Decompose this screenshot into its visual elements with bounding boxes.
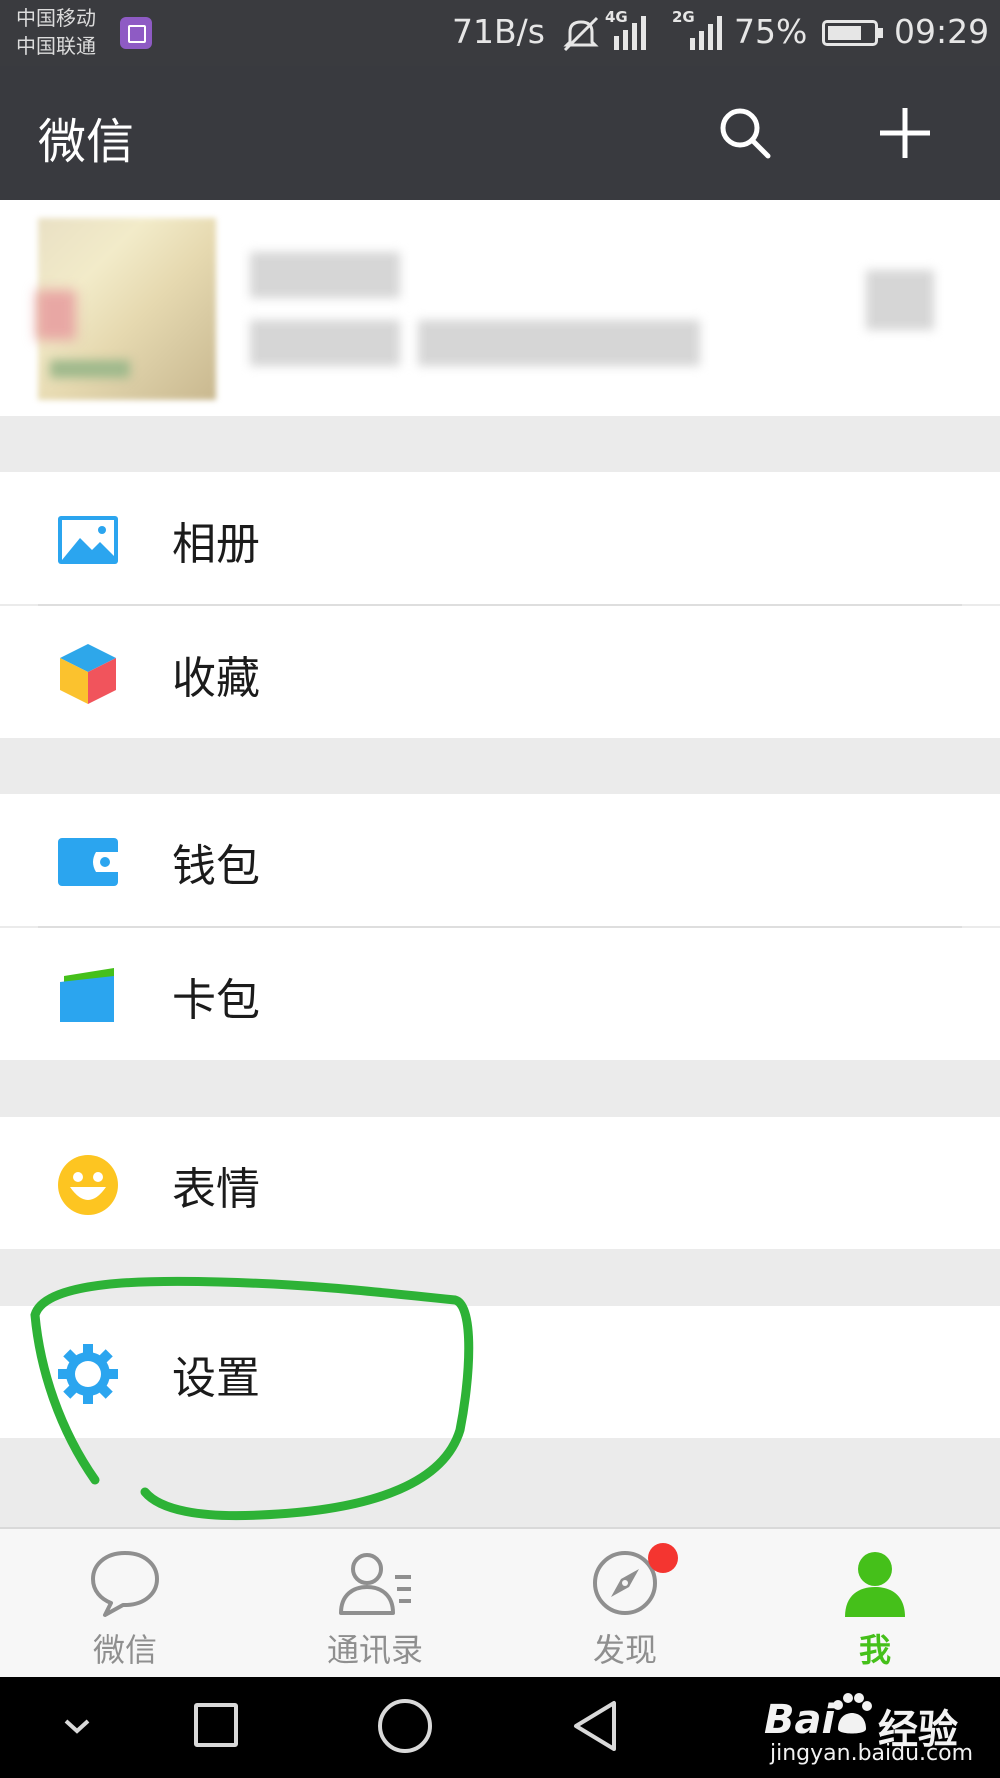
wallet-icon: [58, 838, 118, 886]
page-title: 微信: [38, 114, 135, 170]
tab-contacts-label: 通讯录: [326, 1631, 423, 1669]
menu-favorites-label: 收藏: [172, 653, 260, 704]
battery-icon: [822, 20, 878, 46]
carrier-2: 中国联通: [16, 34, 96, 58]
avatar-blur-detail: [36, 290, 76, 340]
tab-contacts[interactable]: 通讯录: [250, 1529, 500, 1679]
wechat-id-blurred-2: [418, 320, 700, 366]
plus-icon[interactable]: [878, 106, 932, 160]
album-icon: [58, 516, 118, 564]
tab-bar: 微信 通讯录 发现 我: [0, 1527, 1000, 1679]
smiley-icon: [58, 1155, 118, 1215]
signal-2g-icon: [690, 16, 722, 50]
menu-stickers[interactable]: 表情: [0, 1117, 1000, 1249]
person-icon: [845, 1552, 905, 1617]
menu-album-label: 相册: [172, 519, 260, 570]
status-bar: 中国移动 中国联通 71B/s 4G 2G 75% 09:29: [0, 0, 1000, 66]
system-nav-bar: Bai 经验 jingyan.baidu.com: [0, 1677, 1000, 1778]
signal-4g-icon: [605, 16, 646, 50]
menu-wallet-label: 钱包: [172, 841, 260, 892]
tab-chats[interactable]: 微信: [0, 1529, 250, 1679]
menu-album[interactable]: 相册: [0, 472, 1000, 604]
mute-icon: [563, 16, 599, 52]
menu-card-package[interactable]: 卡包: [0, 928, 1000, 1060]
card-package-icon: [60, 968, 114, 1022]
top-bar: 微信: [0, 66, 1000, 200]
tab-me[interactable]: 我: [750, 1529, 1000, 1679]
menu-wallet[interactable]: 钱包: [0, 794, 1000, 926]
chat-bubble-icon: [91, 1551, 159, 1617]
menu-card-package-label: 卡包: [172, 975, 260, 1026]
menu-favorites[interactable]: 收藏: [0, 606, 1000, 738]
paw-icon: [833, 1693, 872, 1734]
wechat-id-blurred: [250, 320, 400, 366]
avatar-blur-detail-2: [50, 360, 130, 378]
tab-discover-label: 发现: [592, 1631, 657, 1669]
watermark-logo: Bai: [764, 1697, 836, 1743]
back-triangle-icon[interactable]: [570, 1697, 620, 1755]
qr-code-icon[interactable]: [866, 270, 934, 330]
menu-stickers-label: 表情: [172, 1164, 260, 1215]
battery-tip: [878, 28, 883, 38]
net-speed: 71B/s: [452, 12, 545, 51]
battery-percent: 75%: [734, 12, 808, 51]
search-icon[interactable]: [716, 104, 774, 162]
tab-chats-label: 微信: [92, 1631, 157, 1669]
profile-card[interactable]: [0, 200, 1000, 416]
contacts-icon: [339, 1553, 411, 1615]
tab-discover[interactable]: 发现: [500, 1529, 750, 1679]
annotation-circle: [30, 1276, 474, 1521]
carrier-1: 中国移动: [16, 6, 96, 30]
recents-square-icon[interactable]: [194, 1703, 238, 1747]
tab-me-label: 我: [858, 1631, 891, 1669]
watermark-url: jingyan.baidu.com: [770, 1741, 974, 1766]
chevron-down-icon[interactable]: [60, 1711, 94, 1741]
clock: 09:29: [894, 12, 990, 51]
nickname-blurred: [250, 252, 400, 298]
discover-badge: [648, 1543, 678, 1573]
favorites-cube-icon: [60, 644, 116, 704]
gallery-notification-icon: [120, 17, 152, 49]
home-circle-icon[interactable]: [378, 1699, 432, 1753]
